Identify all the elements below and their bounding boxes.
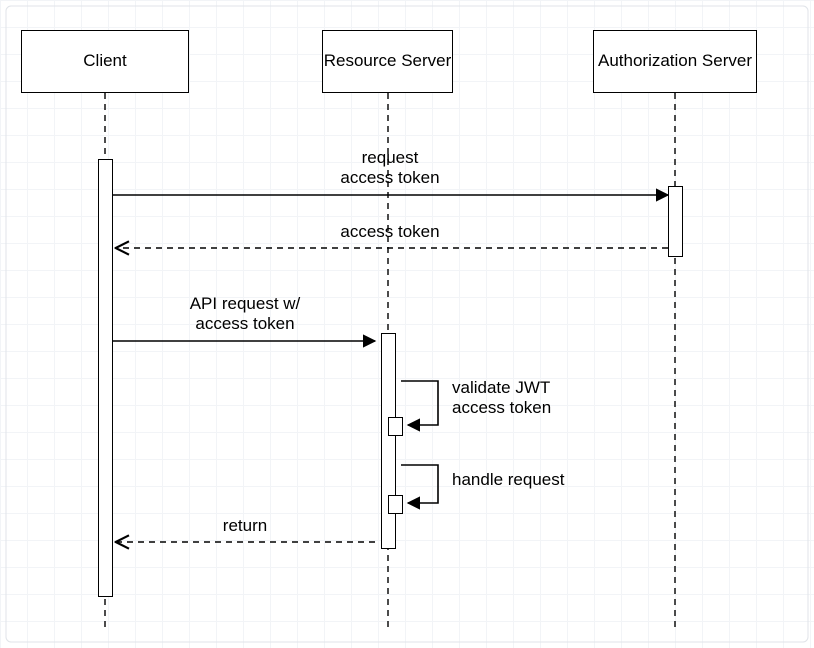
msg-label-handle-request: handle request <box>452 470 564 490</box>
participant-resource-server: Resource Server <box>322 30 453 93</box>
msg-arrow-handle-request <box>401 465 438 503</box>
activation-client <box>98 159 113 597</box>
msg-arrow-validate-jwt <box>401 381 438 425</box>
participant-client-label: Client <box>83 51 126 71</box>
participant-resource-server-label: Resource Server <box>324 51 452 71</box>
activation-authorization-server <box>668 186 683 257</box>
msg-label-return: return <box>120 516 370 536</box>
participant-authorization-server-label: Authorization Server <box>598 51 752 71</box>
activation-resource-server-self-2 <box>388 495 403 514</box>
msg-label-request-access-token: request access token <box>130 148 650 189</box>
msg-label-validate-jwt: validate JWT access token <box>452 378 551 419</box>
msg-label-api-request: API request w/ access token <box>120 294 370 335</box>
participant-authorization-server: Authorization Server <box>593 30 757 93</box>
msg-label-access-token: access token <box>130 222 650 242</box>
activation-resource-server-self-1 <box>388 417 403 436</box>
activation-resource-server <box>381 333 396 549</box>
participant-client: Client <box>21 30 189 93</box>
